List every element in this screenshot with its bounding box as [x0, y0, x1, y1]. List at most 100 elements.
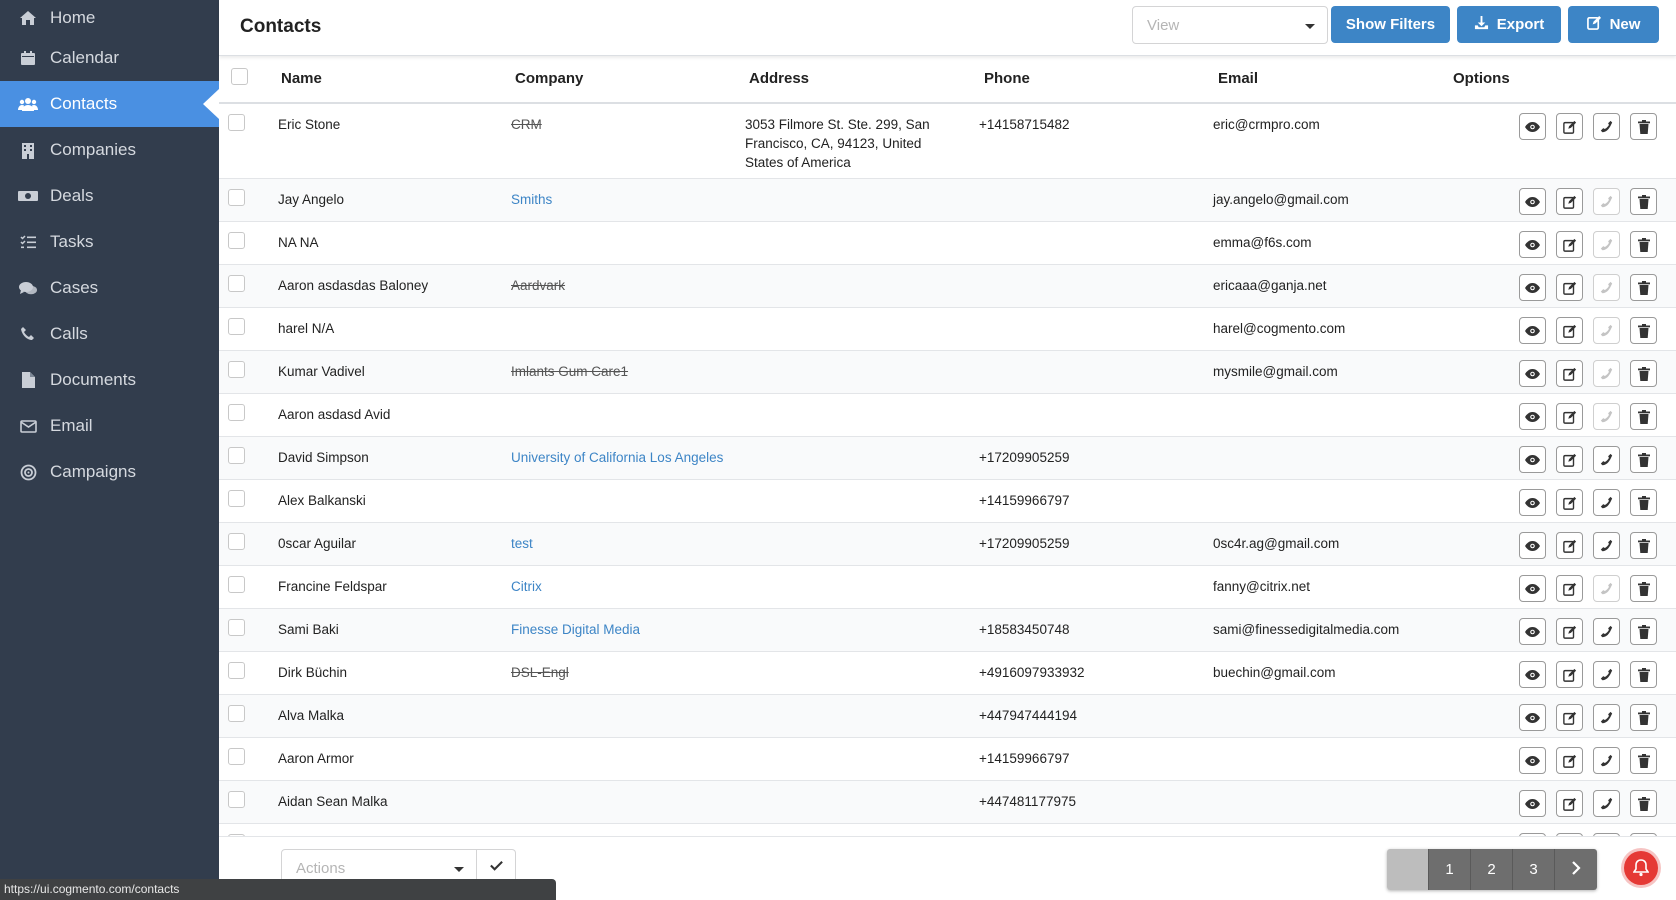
call-contact-button[interactable]: [1593, 446, 1620, 473]
call-contact-button[interactable]: [1593, 231, 1620, 258]
table-row[interactable]: David Simpson University of California Lo…: [219, 437, 1676, 480]
delete-contact-button[interactable]: [1630, 446, 1657, 473]
contact-name[interactable]: 0scar Aguilar: [278, 534, 356, 553]
sidebar-item-contacts[interactable]: Contacts: [0, 81, 219, 127]
view-contact-button[interactable]: [1519, 489, 1546, 516]
edit-contact-button[interactable]: [1556, 317, 1583, 344]
table-row[interactable]: Dirk Büchin DSL-Engl +4916097933932 buechin…: [219, 652, 1676, 695]
delete-contact-button[interactable]: [1630, 188, 1657, 215]
view-contact-button[interactable]: [1519, 360, 1546, 387]
delete-contact-button[interactable]: [1630, 704, 1657, 731]
previous-page-button[interactable]: [1387, 849, 1429, 890]
contact-company-link[interactable]: Smiths: [511, 190, 552, 209]
contact-company-link[interactable]: Finesse Digital Media: [511, 620, 640, 639]
view-contact-button[interactable]: [1519, 790, 1546, 817]
view-contact-button[interactable]: [1519, 113, 1546, 140]
delete-contact-button[interactable]: [1630, 532, 1657, 559]
sidebar-item-calendar[interactable]: Calendar: [0, 35, 219, 81]
edit-contact-button[interactable]: [1556, 403, 1583, 430]
delete-contact-button[interactable]: [1630, 274, 1657, 301]
contact-name[interactable]: David Simpson: [278, 448, 369, 467]
column-header-name[interactable]: Name: [281, 70, 322, 87]
row-checkbox[interactable]: [228, 533, 245, 550]
sidebar-item-calls[interactable]: Calls: [0, 311, 219, 357]
table-row[interactable]: NA NA emma@f6s.com: [219, 222, 1676, 265]
call-contact-button[interactable]: [1593, 403, 1620, 430]
view-contact-button[interactable]: [1519, 446, 1546, 473]
contact-company-link[interactable]: test: [511, 534, 533, 553]
delete-contact-button[interactable]: [1630, 113, 1657, 140]
call-contact-button[interactable]: [1593, 317, 1620, 344]
table-row[interactable]: Aaron asdasd Avid: [219, 394, 1676, 437]
delete-contact-button[interactable]: [1630, 747, 1657, 774]
sidebar-item-campaigns[interactable]: Campaigns: [0, 449, 219, 495]
call-contact-button[interactable]: [1593, 113, 1620, 140]
edit-contact-button[interactable]: [1556, 704, 1583, 731]
contact-company-link[interactable]: Imlants Gum Care1: [511, 362, 628, 381]
column-header-email[interactable]: Email: [1218, 70, 1258, 87]
edit-contact-button[interactable]: [1556, 790, 1583, 817]
table-row[interactable]: Jay Angelo Smiths jay.angelo@gmail.com: [219, 179, 1676, 222]
contact-name[interactable]: Aaron asdasdas Baloney: [278, 276, 428, 295]
row-checkbox[interactable]: [228, 447, 245, 464]
table-row[interactable]: 0scar Aguilar test +17209905259 0sc4r.ag@gm…: [219, 523, 1676, 566]
table-row[interactable]: harel N/A harel@cogmento.com: [219, 308, 1676, 351]
contact-company-link[interactable]: CRM: [511, 115, 542, 134]
call-contact-button[interactable]: [1593, 790, 1620, 817]
delete-contact-button[interactable]: [1630, 790, 1657, 817]
contact-company-link[interactable]: University of California Los Angeles: [511, 448, 723, 467]
table-row[interactable]: Kumar Vadivel Imlants Gum Care1 mysmile@gm…: [219, 351, 1676, 394]
call-contact-button[interactable]: [1593, 188, 1620, 215]
contact-name[interactable]: Jay Angelo: [278, 190, 344, 209]
select-all-checkbox[interactable]: [231, 68, 248, 85]
contact-company-link[interactable]: Aardvark: [511, 276, 565, 295]
table-row[interactable]: Aaron asdasdas Baloney Aardvark ericaaa@ga…: [219, 265, 1676, 308]
call-contact-button[interactable]: [1593, 532, 1620, 559]
edit-contact-button[interactable]: [1556, 231, 1583, 258]
row-checkbox[interactable]: [228, 791, 245, 808]
view-contact-button[interactable]: [1519, 575, 1546, 602]
edit-contact-button[interactable]: [1556, 446, 1583, 473]
page-2-button[interactable]: 2: [1471, 849, 1513, 890]
sidebar-item-cases[interactable]: Cases: [0, 265, 219, 311]
column-header-company[interactable]: Company: [515, 70, 583, 87]
sidebar-item-documents[interactable]: Documents: [0, 357, 219, 403]
edit-contact-button[interactable]: [1556, 274, 1583, 301]
sidebar-item-email[interactable]: Email: [0, 403, 219, 449]
delete-contact-button[interactable]: [1630, 360, 1657, 387]
row-checkbox[interactable]: [228, 318, 245, 335]
sidebar-item-deals[interactable]: Deals: [0, 173, 219, 219]
delete-contact-button[interactable]: [1630, 575, 1657, 602]
row-checkbox[interactable]: [228, 619, 245, 636]
edit-contact-button[interactable]: [1556, 489, 1583, 516]
edit-contact-button[interactable]: [1556, 575, 1583, 602]
contact-name[interactable]: Alva Malka: [278, 706, 344, 725]
row-checkbox[interactable]: [228, 232, 245, 249]
page-1-button[interactable]: 1: [1429, 849, 1471, 890]
edit-contact-button[interactable]: [1556, 747, 1583, 774]
call-contact-button[interactable]: [1593, 575, 1620, 602]
contact-name[interactable]: Aaron asdasd Avid: [278, 405, 390, 424]
row-checkbox[interactable]: [228, 114, 245, 131]
delete-contact-button[interactable]: [1630, 231, 1657, 258]
row-checkbox[interactable]: [228, 404, 245, 421]
contact-name[interactable]: Francine Feldspar: [278, 577, 387, 596]
delete-contact-button[interactable]: [1630, 618, 1657, 645]
table-row[interactable]: Alva Malka +447947444194: [219, 695, 1676, 738]
view-contact-button[interactable]: [1519, 231, 1546, 258]
table-row[interactable]: Eric Stone CRM 3053 Filmore St. Ste. 299, …: [219, 104, 1676, 179]
edit-contact-button[interactable]: [1556, 661, 1583, 688]
call-contact-button[interactable]: [1593, 274, 1620, 301]
row-checkbox[interactable]: [228, 705, 245, 722]
call-contact-button[interactable]: [1593, 747, 1620, 774]
view-contact-button[interactable]: [1519, 317, 1546, 344]
column-header-phone[interactable]: Phone: [984, 70, 1030, 87]
row-checkbox[interactable]: [228, 490, 245, 507]
call-contact-button[interactable]: [1593, 704, 1620, 731]
new-button[interactable]: New: [1568, 6, 1659, 43]
table-row[interactable]: [219, 824, 1676, 836]
table-row[interactable]: Aaron Armor +14159966797: [219, 738, 1676, 781]
view-contact-button[interactable]: [1519, 532, 1546, 559]
column-header-address[interactable]: Address: [749, 70, 809, 87]
contact-name[interactable]: Sami Baki: [278, 620, 339, 639]
